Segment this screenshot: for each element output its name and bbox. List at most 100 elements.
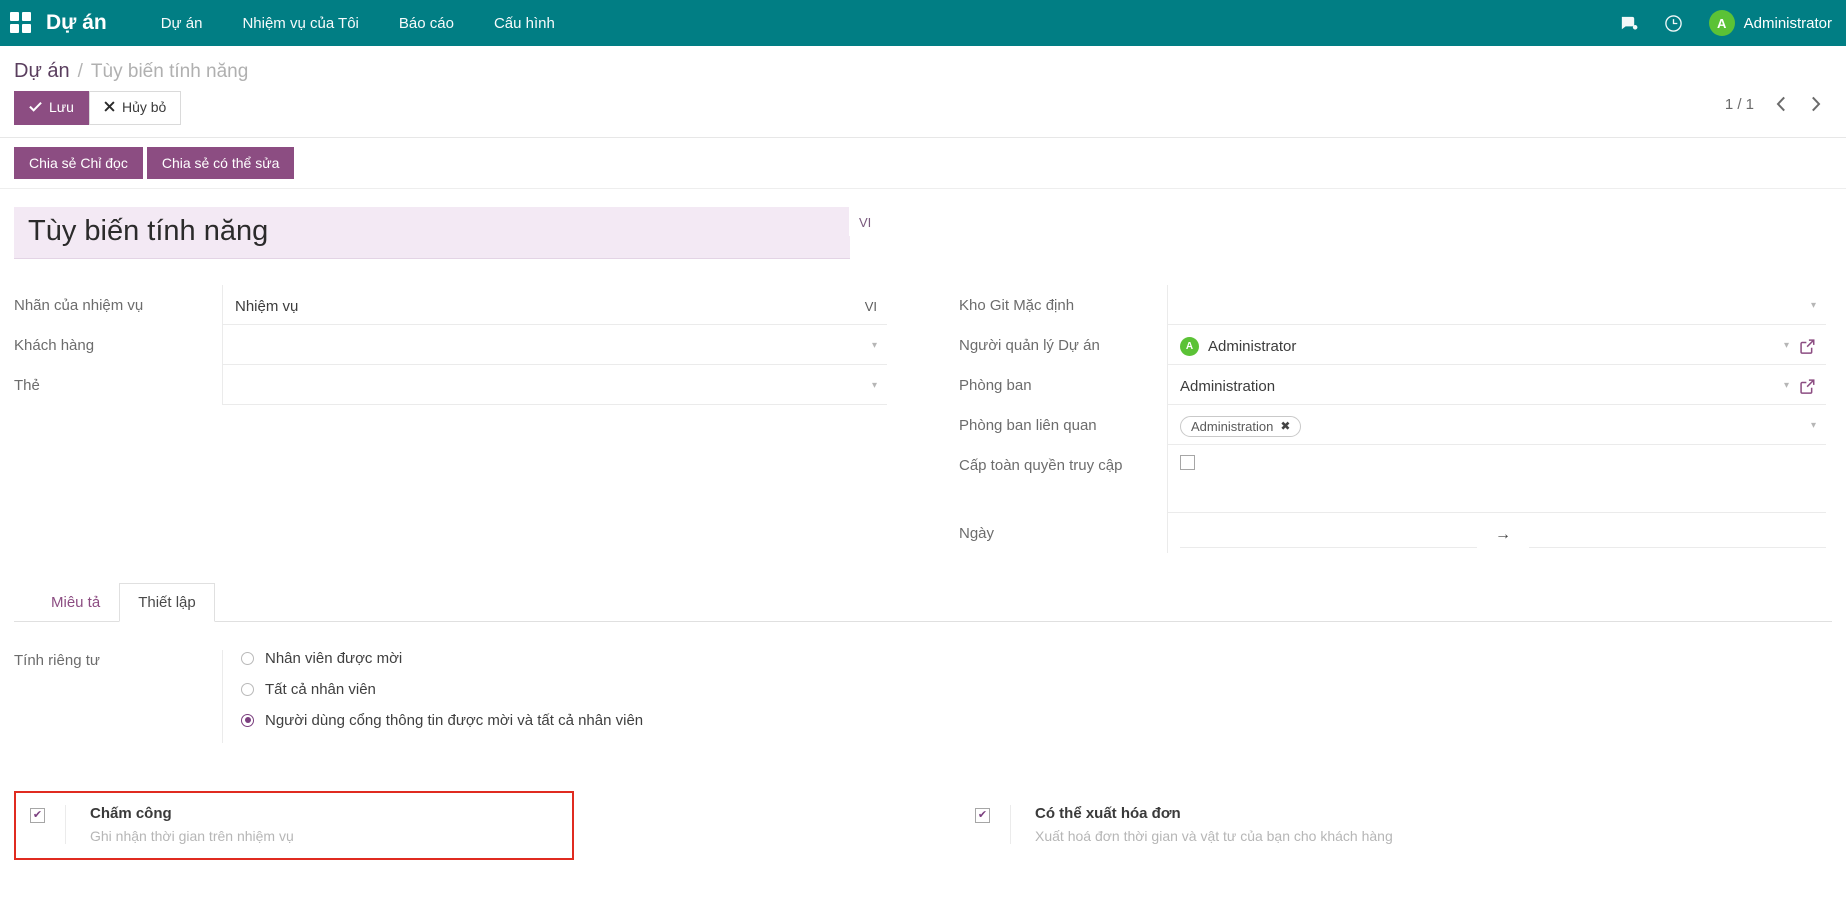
navbar-systray: A Administrator (1619, 10, 1832, 36)
field-input-customer[interactable]: ▾ (222, 325, 887, 365)
nav-item-projects[interactable]: Dự án (141, 9, 223, 38)
privacy-option-invited-employees[interactable]: Nhân viên được mời (241, 650, 1832, 667)
radio-icon-selected[interactable] (241, 714, 254, 727)
field-row-customer: Khách hàng ▾ (14, 325, 887, 365)
feature-timesheets[interactable]: Chấm công Ghi nhận thời gian trên nhiệm … (14, 791, 574, 860)
chat-bubble-icon[interactable] (1619, 14, 1638, 33)
chevron-left-icon[interactable] (1764, 89, 1798, 119)
full-access-checkbox[interactable] (1180, 455, 1195, 470)
field-input-full-access[interactable] (1167, 445, 1826, 513)
tag-remove-icon[interactable]: ✖ (1280, 419, 1290, 433)
field-value-project-manager: Administrator (1208, 338, 1778, 355)
share-editable-button[interactable]: Chia sẻ có thể sửa (147, 147, 295, 179)
field-row-department: Phòng ban Administration ▾ (959, 365, 1826, 405)
field-row-full-access: Cấp toàn quyền truy cập (959, 445, 1826, 513)
radio-icon[interactable] (241, 683, 254, 696)
field-row-git-repo: Kho Git Mặc định ▾ (959, 285, 1826, 325)
field-label-related-departments: Phòng ban liên quan (959, 405, 1167, 437)
privacy-option-label: Người dùng cổng thông tin được mời và tấ… (265, 712, 643, 729)
radio-icon[interactable] (241, 652, 254, 665)
field-input-project-manager[interactable]: A Administrator ▾ (1167, 325, 1826, 365)
field-value-department: Administration (1180, 378, 1778, 395)
field-row-tags: Thẻ ▾ (14, 365, 887, 405)
feature-billable-description: Xuất hoá đơn thời gian và vật tư của bạn… (1035, 828, 1393, 844)
external-link-icon[interactable] (1799, 338, 1816, 355)
chevron-down-icon[interactable]: ▾ (872, 381, 877, 391)
check-icon (29, 99, 42, 117)
billable-checkbox[interactable] (975, 808, 990, 823)
field-label-full-access: Cấp toàn quyền truy cập (959, 445, 1167, 477)
external-link-icon[interactable] (1799, 378, 1816, 395)
nav-item-reporting[interactable]: Báo cáo (379, 9, 474, 38)
save-button[interactable]: Lưu (14, 91, 89, 125)
chevron-right-icon[interactable] (1798, 89, 1832, 119)
top-navbar: Dự án Dự án Nhiệm vụ của Tôi Báo cáo Cấu… (0, 0, 1846, 46)
date-to-input[interactable] (1529, 522, 1826, 548)
timesheets-checkbox[interactable] (30, 808, 45, 823)
share-button-bar: Chia sẻ Chỉ đọc Chia sẻ có thể sửa (0, 138, 1846, 189)
privacy-option-all-employees[interactable]: Tất cả nhân viên (241, 681, 1832, 698)
chevron-down-icon[interactable]: ▾ (872, 341, 877, 351)
apps-grid-icon[interactable] (10, 12, 32, 34)
field-label-customer: Khách hàng (14, 325, 222, 357)
chevron-down-icon[interactable]: ▾ (1811, 301, 1816, 311)
field-label-project-manager: Người quản lý Dự án (959, 325, 1167, 357)
field-row-task-label: Nhãn của nhiệm vụ Nhiệm vụ VI (14, 285, 887, 325)
clock-icon[interactable] (1664, 14, 1683, 33)
nav-item-my-tasks[interactable]: Nhiệm vụ của Tôi (222, 9, 378, 38)
share-readonly-button[interactable]: Chia sẻ Chỉ đọc (14, 147, 143, 179)
project-name-input[interactable] (14, 207, 850, 259)
privacy-field-row: Tính riêng tư Nhân viên được mời Tất cả … (14, 650, 1832, 743)
feature-timesheets-description: Ghi nhận thời gian trên nhiệm vụ (90, 828, 294, 844)
tab-settings[interactable]: Thiết lập (119, 583, 215, 622)
date-range-arrow: → (1477, 526, 1529, 544)
related-departments-tag-list: Administration ✖ (1180, 416, 1805, 437)
privacy-option-label: Tất cả nhân viên (265, 681, 376, 698)
app-brand[interactable]: Dự án (46, 11, 107, 35)
breadcrumb-separator: / (78, 61, 83, 83)
nav-item-configuration[interactable]: Cấu hình (474, 9, 575, 38)
date-from-input[interactable] (1180, 522, 1477, 548)
privacy-field-label: Tính riêng tư (14, 650, 222, 669)
breadcrumb: Dự án / Tùy biến tính năng (14, 46, 1832, 89)
avatar: A (1709, 10, 1735, 36)
date-range: → (1180, 522, 1826, 548)
discard-button[interactable]: Hủy bỏ (89, 91, 181, 125)
field-row-project-manager: Người quản lý Dự án A Administrator ▾ (959, 325, 1826, 365)
form-column-right: Kho Git Mặc định ▾ Người quản lý Dự án A… (923, 285, 1832, 553)
field-row-dates: Ngày → (959, 513, 1826, 553)
form-columns: Nhãn của nhiệm vụ Nhiệm vụ VI Khách hàng… (14, 285, 1832, 553)
title-language-badge[interactable]: VI (849, 207, 881, 236)
pager-value[interactable]: 1 / 1 (1715, 92, 1764, 117)
save-button-label: Lưu (49, 99, 74, 117)
feature-billable-title: Có thể xuất hóa đơn (1035, 805, 1393, 822)
chevron-down-icon[interactable]: ▾ (1784, 381, 1789, 391)
apps-grid-square (10, 24, 19, 33)
privacy-option-portal-and-all-employees[interactable]: Người dùng cổng thông tin được mời và tấ… (241, 712, 1832, 729)
control-panel: Dự án / Tùy biến tính năng Lưu Hủy bỏ 1 … (0, 46, 1846, 138)
avatar: A (1180, 337, 1199, 356)
notebook-tab-strip: Miêu tả Thiết lập (14, 583, 1832, 622)
chevron-down-icon[interactable]: ▾ (1784, 341, 1789, 351)
form-column-left: Nhãn của nhiệm vụ Nhiệm vụ VI Khách hàng… (14, 285, 923, 553)
feature-timesheets-title: Chấm công (90, 805, 294, 822)
privacy-option-label: Nhân viên được mời (265, 650, 402, 667)
tab-description[interactable]: Miêu tả (32, 583, 119, 622)
tag-chip[interactable]: Administration ✖ (1180, 416, 1301, 437)
field-input-git-repo[interactable]: ▾ (1167, 285, 1826, 325)
field-input-department[interactable]: Administration ▾ (1167, 365, 1826, 405)
apps-grid-square (22, 24, 31, 33)
feature-billable[interactable]: Có thể xuất hóa đơn Xuất hoá đơn thời gi… (959, 791, 1519, 860)
field-input-task-label[interactable]: Nhiệm vụ VI (222, 285, 887, 325)
user-name: Administrator (1744, 15, 1832, 32)
field-value-task-label: Nhiệm vụ (235, 298, 859, 315)
task-label-language-badge[interactable]: VI (859, 299, 877, 314)
chevron-down-icon[interactable]: ▾ (1811, 421, 1816, 431)
close-icon (104, 99, 115, 117)
feature-column-right: Có thể xuất hóa đơn Xuất hoá đơn thời gi… (923, 791, 1832, 860)
field-input-tags[interactable]: ▾ (222, 365, 887, 405)
project-title-row: VI (14, 207, 1832, 259)
breadcrumb-root[interactable]: Dự án (14, 60, 70, 83)
field-input-related-departments[interactable]: Administration ✖ ▾ (1167, 405, 1826, 445)
user-menu[interactable]: A Administrator (1709, 10, 1832, 36)
